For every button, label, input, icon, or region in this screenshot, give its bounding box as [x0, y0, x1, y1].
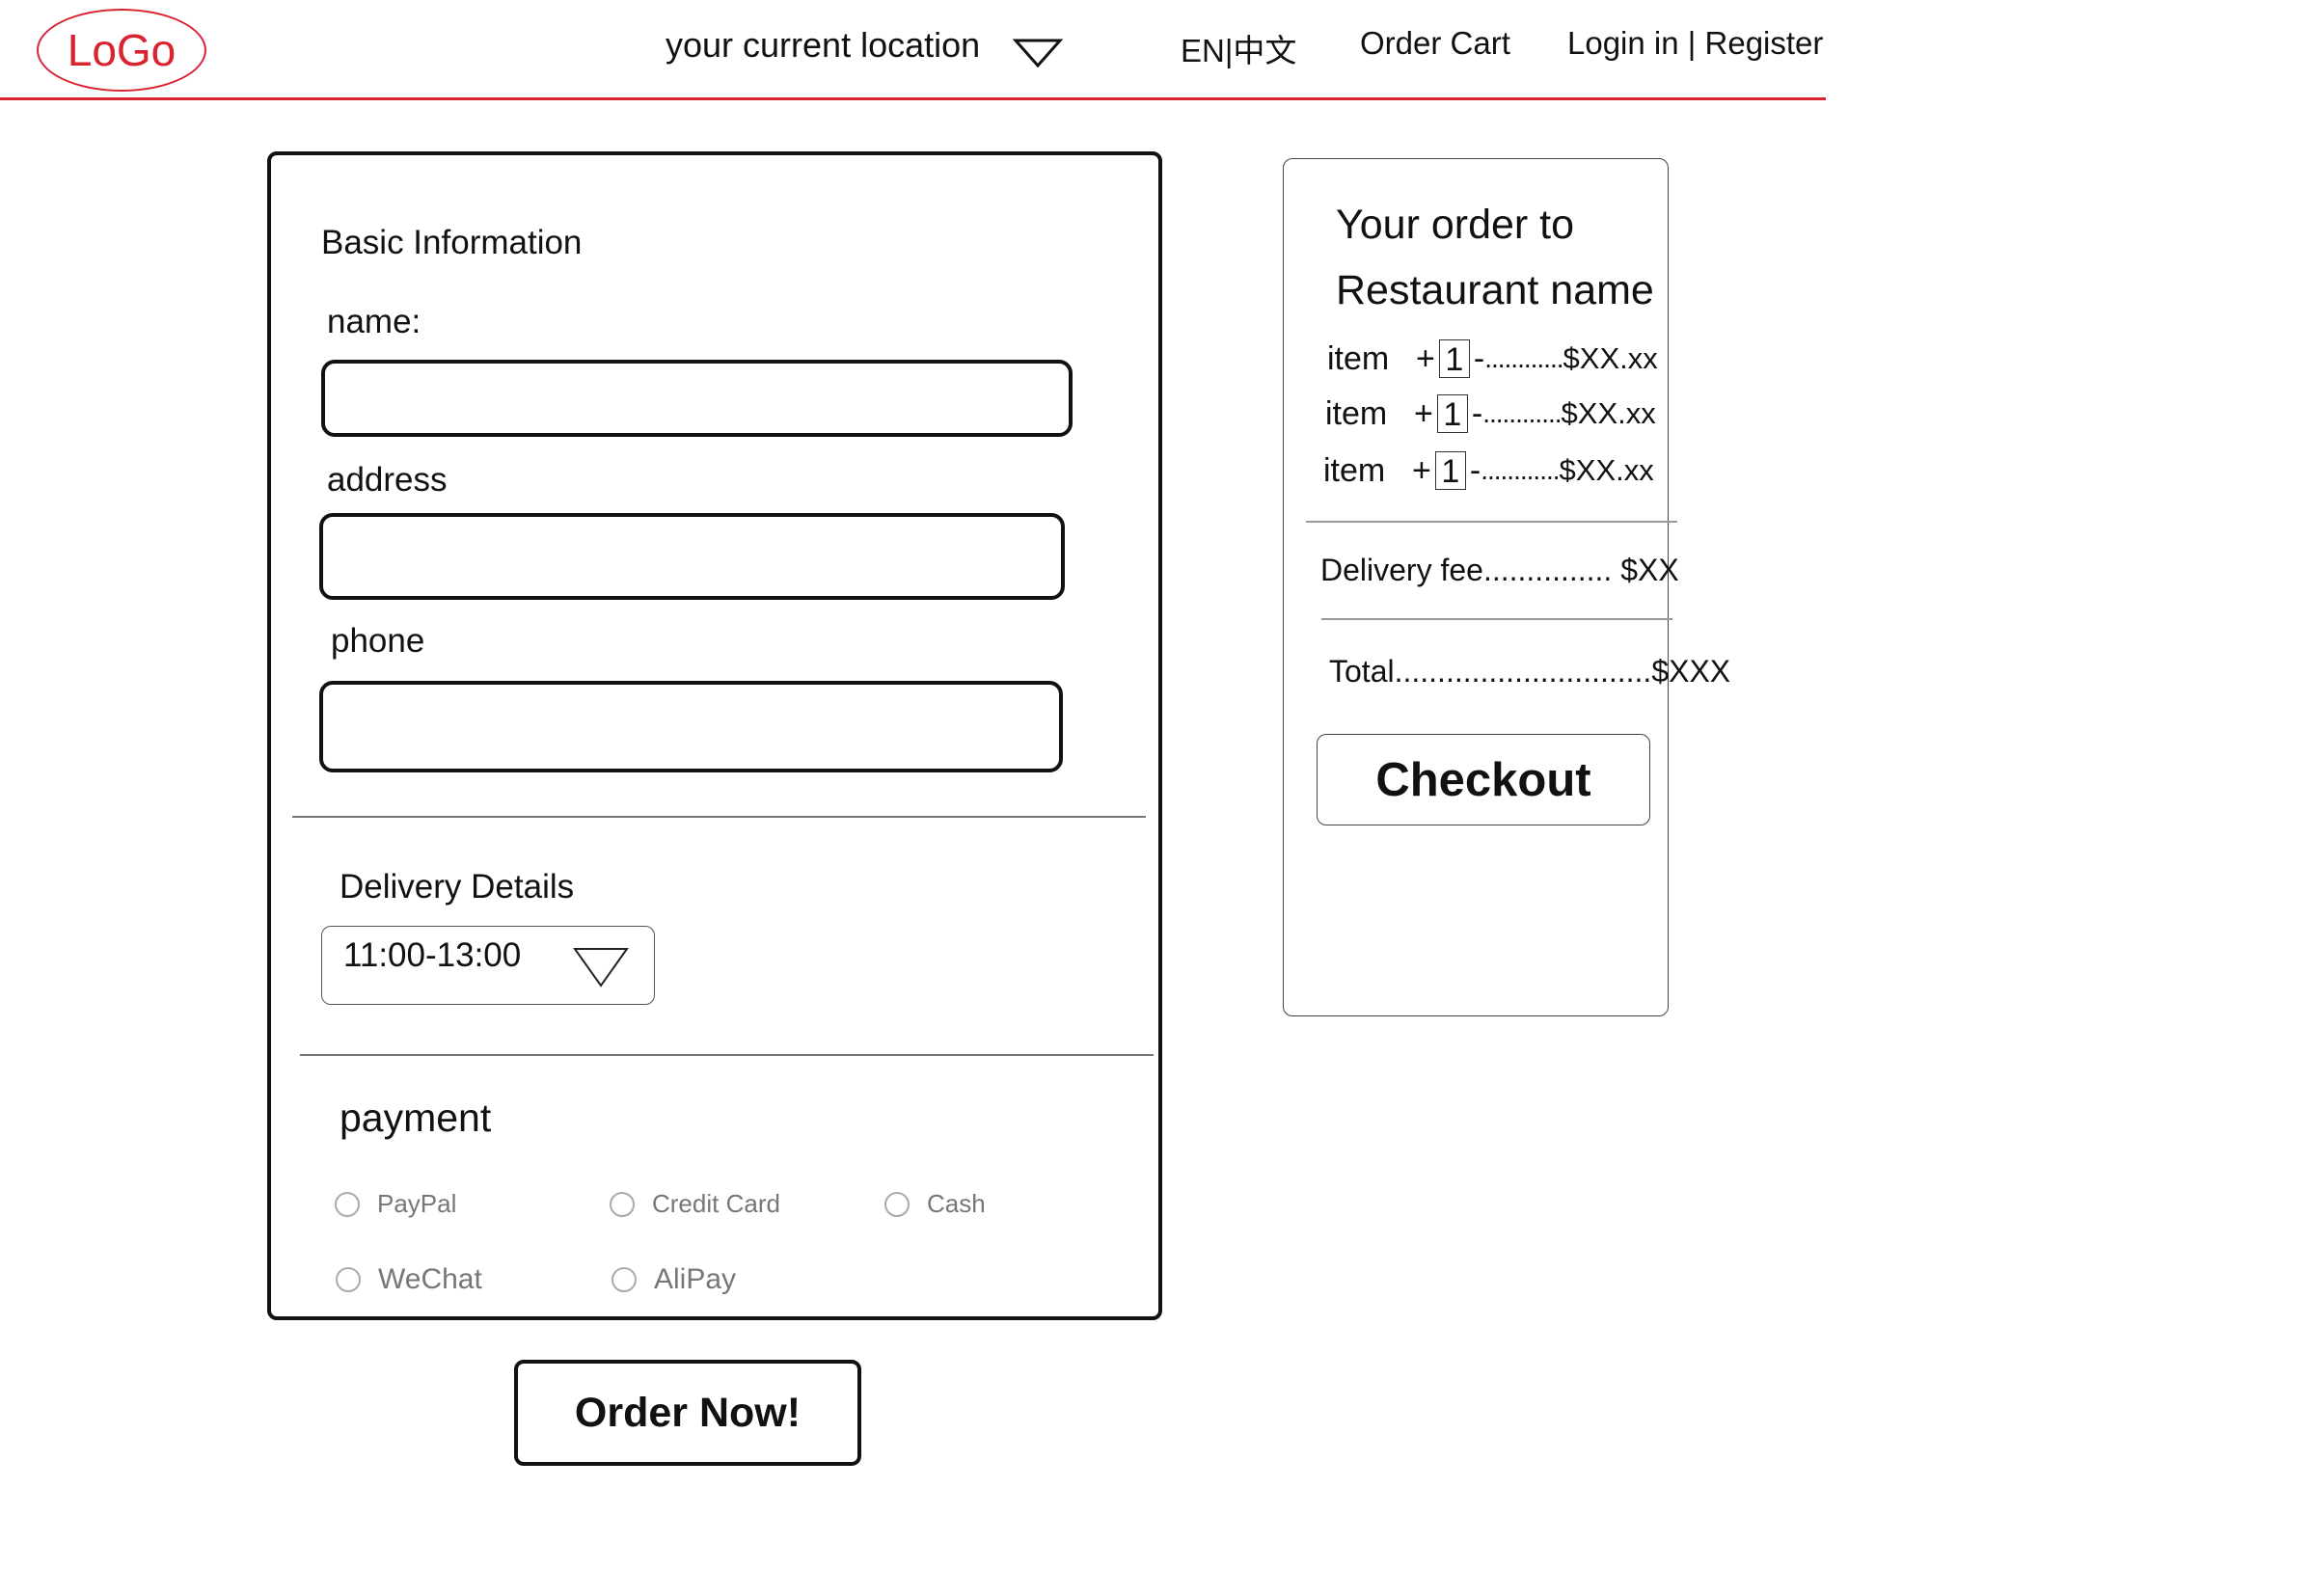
payment-option-wechat[interactable]: WeChat — [336, 1263, 482, 1296]
payment-option-label: Cash — [927, 1189, 986, 1218]
payment-option-label: AliPay — [654, 1263, 737, 1295]
radio-icon — [610, 1191, 635, 1217]
radio-icon — [336, 1267, 361, 1292]
summary-divider — [1306, 521, 1677, 523]
phone-label: phone — [331, 622, 425, 660]
login-register-link[interactable]: Login in | Register — [1567, 25, 1823, 62]
payment-option-label: Credit Card — [652, 1189, 780, 1218]
total-value: $XXX — [1651, 654, 1731, 689]
order-item-row: item + 1 - ............ $XX.xx — [1325, 394, 1656, 433]
item-name: item — [1325, 394, 1388, 432]
name-label: name: — [327, 303, 421, 340]
increase-quantity-button[interactable]: + — [1416, 340, 1435, 378]
payment-title: payment — [340, 1096, 492, 1140]
payment-option-alipay[interactable]: AliPay — [611, 1263, 736, 1296]
address-label: address — [327, 461, 448, 499]
item-name: item — [1323, 451, 1386, 489]
delivery-fee-row: Delivery fee............... $XX — [1320, 553, 1679, 588]
delivery-details-title: Delivery Details — [340, 868, 575, 906]
increase-quantity-button[interactable]: + — [1414, 395, 1433, 433]
item-quantity[interactable]: 1 — [1438, 339, 1470, 378]
phone-field[interactable] — [319, 681, 1063, 772]
decrease-quantity-button[interactable]: - — [1470, 452, 1481, 490]
summary-title-line2: Restaurant name — [1336, 267, 1654, 313]
increase-quantity-button[interactable]: + — [1412, 452, 1431, 490]
item-leader-dots: ............ — [1484, 343, 1563, 373]
language-switcher[interactable]: EN|中文 — [1181, 25, 1296, 71]
chevron-down-icon[interactable] — [1013, 37, 1063, 69]
total-label: Total.............................. — [1329, 654, 1652, 689]
logo-text: LoGo — [67, 25, 177, 75]
item-quantity[interactable]: 1 — [1434, 451, 1466, 490]
delivery-fee-value: $XX — [1620, 553, 1679, 587]
payment-option-label: PayPal — [377, 1189, 457, 1218]
decrease-quantity-button[interactable]: - — [1474, 340, 1484, 378]
checkout-button[interactable]: Checkout — [1317, 734, 1650, 825]
item-leader-dots: ............ — [1481, 455, 1560, 485]
summary-divider — [1321, 618, 1672, 620]
delivery-fee-label: Delivery fee............... — [1320, 553, 1613, 587]
radio-icon — [335, 1191, 360, 1217]
order-cart-link[interactable]: Order Cart — [1360, 25, 1510, 62]
radio-icon — [611, 1267, 637, 1292]
chevron-down-icon — [573, 948, 629, 987]
order-item-row: item + 1 - ............ $XX.xx — [1327, 339, 1658, 378]
payment-option-credit-card[interactable]: Credit Card — [610, 1189, 780, 1219]
decrease-quantity-button[interactable]: - — [1472, 395, 1482, 433]
total-row: Total..............................$XXX — [1329, 654, 1730, 690]
item-price: $XX.xx — [1563, 341, 1658, 375]
address-field[interactable] — [319, 513, 1065, 600]
item-quantity[interactable]: 1 — [1436, 394, 1468, 433]
name-field[interactable] — [321, 360, 1073, 437]
radio-icon — [884, 1191, 910, 1217]
summary-title-line1: Your order to — [1336, 202, 1575, 248]
item-name: item — [1327, 339, 1390, 377]
location-label[interactable]: your current location — [666, 25, 980, 66]
payment-option-paypal[interactable]: PayPal — [335, 1189, 456, 1219]
payment-option-cash[interactable]: Cash — [884, 1189, 986, 1219]
payment-option-label: WeChat — [378, 1263, 482, 1295]
section-divider — [300, 1054, 1154, 1056]
order-item-row: item + 1 - ............ $XX.xx — [1323, 451, 1654, 490]
item-price: $XX.xx — [1559, 453, 1654, 487]
delivery-time-value: 11:00-13:00 — [343, 936, 522, 974]
item-price: $XX.xx — [1561, 396, 1656, 430]
logo[interactable]: LoGo — [37, 9, 206, 92]
delivery-time-select[interactable]: 11:00-13:00 — [321, 926, 655, 1005]
order-now-button[interactable]: Order Now! — [514, 1360, 861, 1466]
basic-information-title: Basic Information — [321, 224, 583, 261]
item-leader-dots: ............ — [1482, 398, 1562, 428]
header-divider — [0, 97, 1826, 100]
section-divider — [292, 816, 1146, 818]
